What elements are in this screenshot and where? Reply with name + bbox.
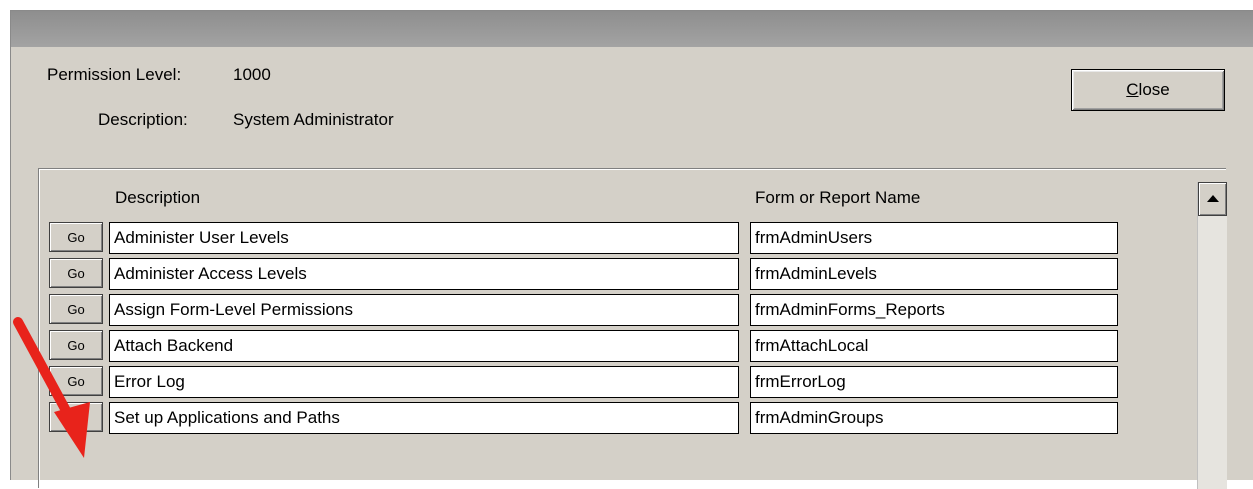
form-name-cell[interactable]: frmAdminForms_Reports — [750, 294, 1118, 326]
close-mnemonic: C — [1126, 80, 1139, 99]
close-label: lose — [1138, 80, 1170, 99]
table-row: Go Administer Access Levels frmAdminLeve… — [39, 255, 1139, 290]
red-arrow-icon — [13, 317, 90, 458]
form-name-cell[interactable]: frmErrorLog — [750, 366, 1118, 398]
table-row: Go Error Log frmErrorLog — [39, 363, 1139, 398]
permission-level-value: 1000 — [233, 65, 271, 84]
description-cell[interactable]: Set up Applications and Paths — [109, 402, 739, 434]
description-cell[interactable]: Administer Access Levels — [109, 258, 739, 290]
vertical-scrollbar[interactable] — [1197, 182, 1227, 489]
permissions-list-panel: Description Form or Report Name Go Admin… — [38, 168, 1227, 489]
form-name-cell[interactable]: frmAdminGroups — [750, 402, 1118, 434]
close-button[interactable]: Close — [1071, 69, 1225, 111]
table-row: Go Assign Form-Level Permissions frmAdmi… — [39, 291, 1139, 326]
form-name-cell[interactable]: frmAdminLevels — [750, 258, 1118, 290]
admin-window: Permission Level: 1000 Description: Syst… — [10, 10, 1253, 489]
column-header-form-name: Form or Report Name — [755, 188, 921, 207]
description-value: System Administrator — [233, 110, 394, 129]
description-cell[interactable]: Error Log — [109, 366, 739, 398]
triangle-up-icon — [1207, 195, 1219, 202]
table-row: Go Administer User Levels frmAdminUsers — [39, 219, 1139, 254]
form-name-cell[interactable]: frmAdminUsers — [750, 222, 1118, 254]
column-header-description: Description — [115, 188, 201, 207]
description-cell[interactable]: Attach Backend — [109, 330, 739, 362]
permission-level-label: Permission Level: — [47, 65, 182, 84]
description-label: Description: — [98, 110, 188, 129]
description-cell[interactable]: Assign Form-Level Permissions — [109, 294, 739, 326]
table-row: Go Set up Applications and Paths frmAdmi… — [39, 399, 1139, 434]
scroll-up-button[interactable] — [1198, 182, 1227, 216]
form-name-cell[interactable]: frmAttachLocal — [750, 330, 1118, 362]
go-button[interactable]: Go — [49, 258, 103, 288]
title-bar[interactable] — [11, 11, 1253, 47]
description-cell[interactable]: Administer User Levels — [109, 222, 739, 254]
table-row: Go Attach Backend frmAttachLocal — [39, 327, 1139, 362]
go-button[interactable]: Go — [49, 222, 103, 252]
